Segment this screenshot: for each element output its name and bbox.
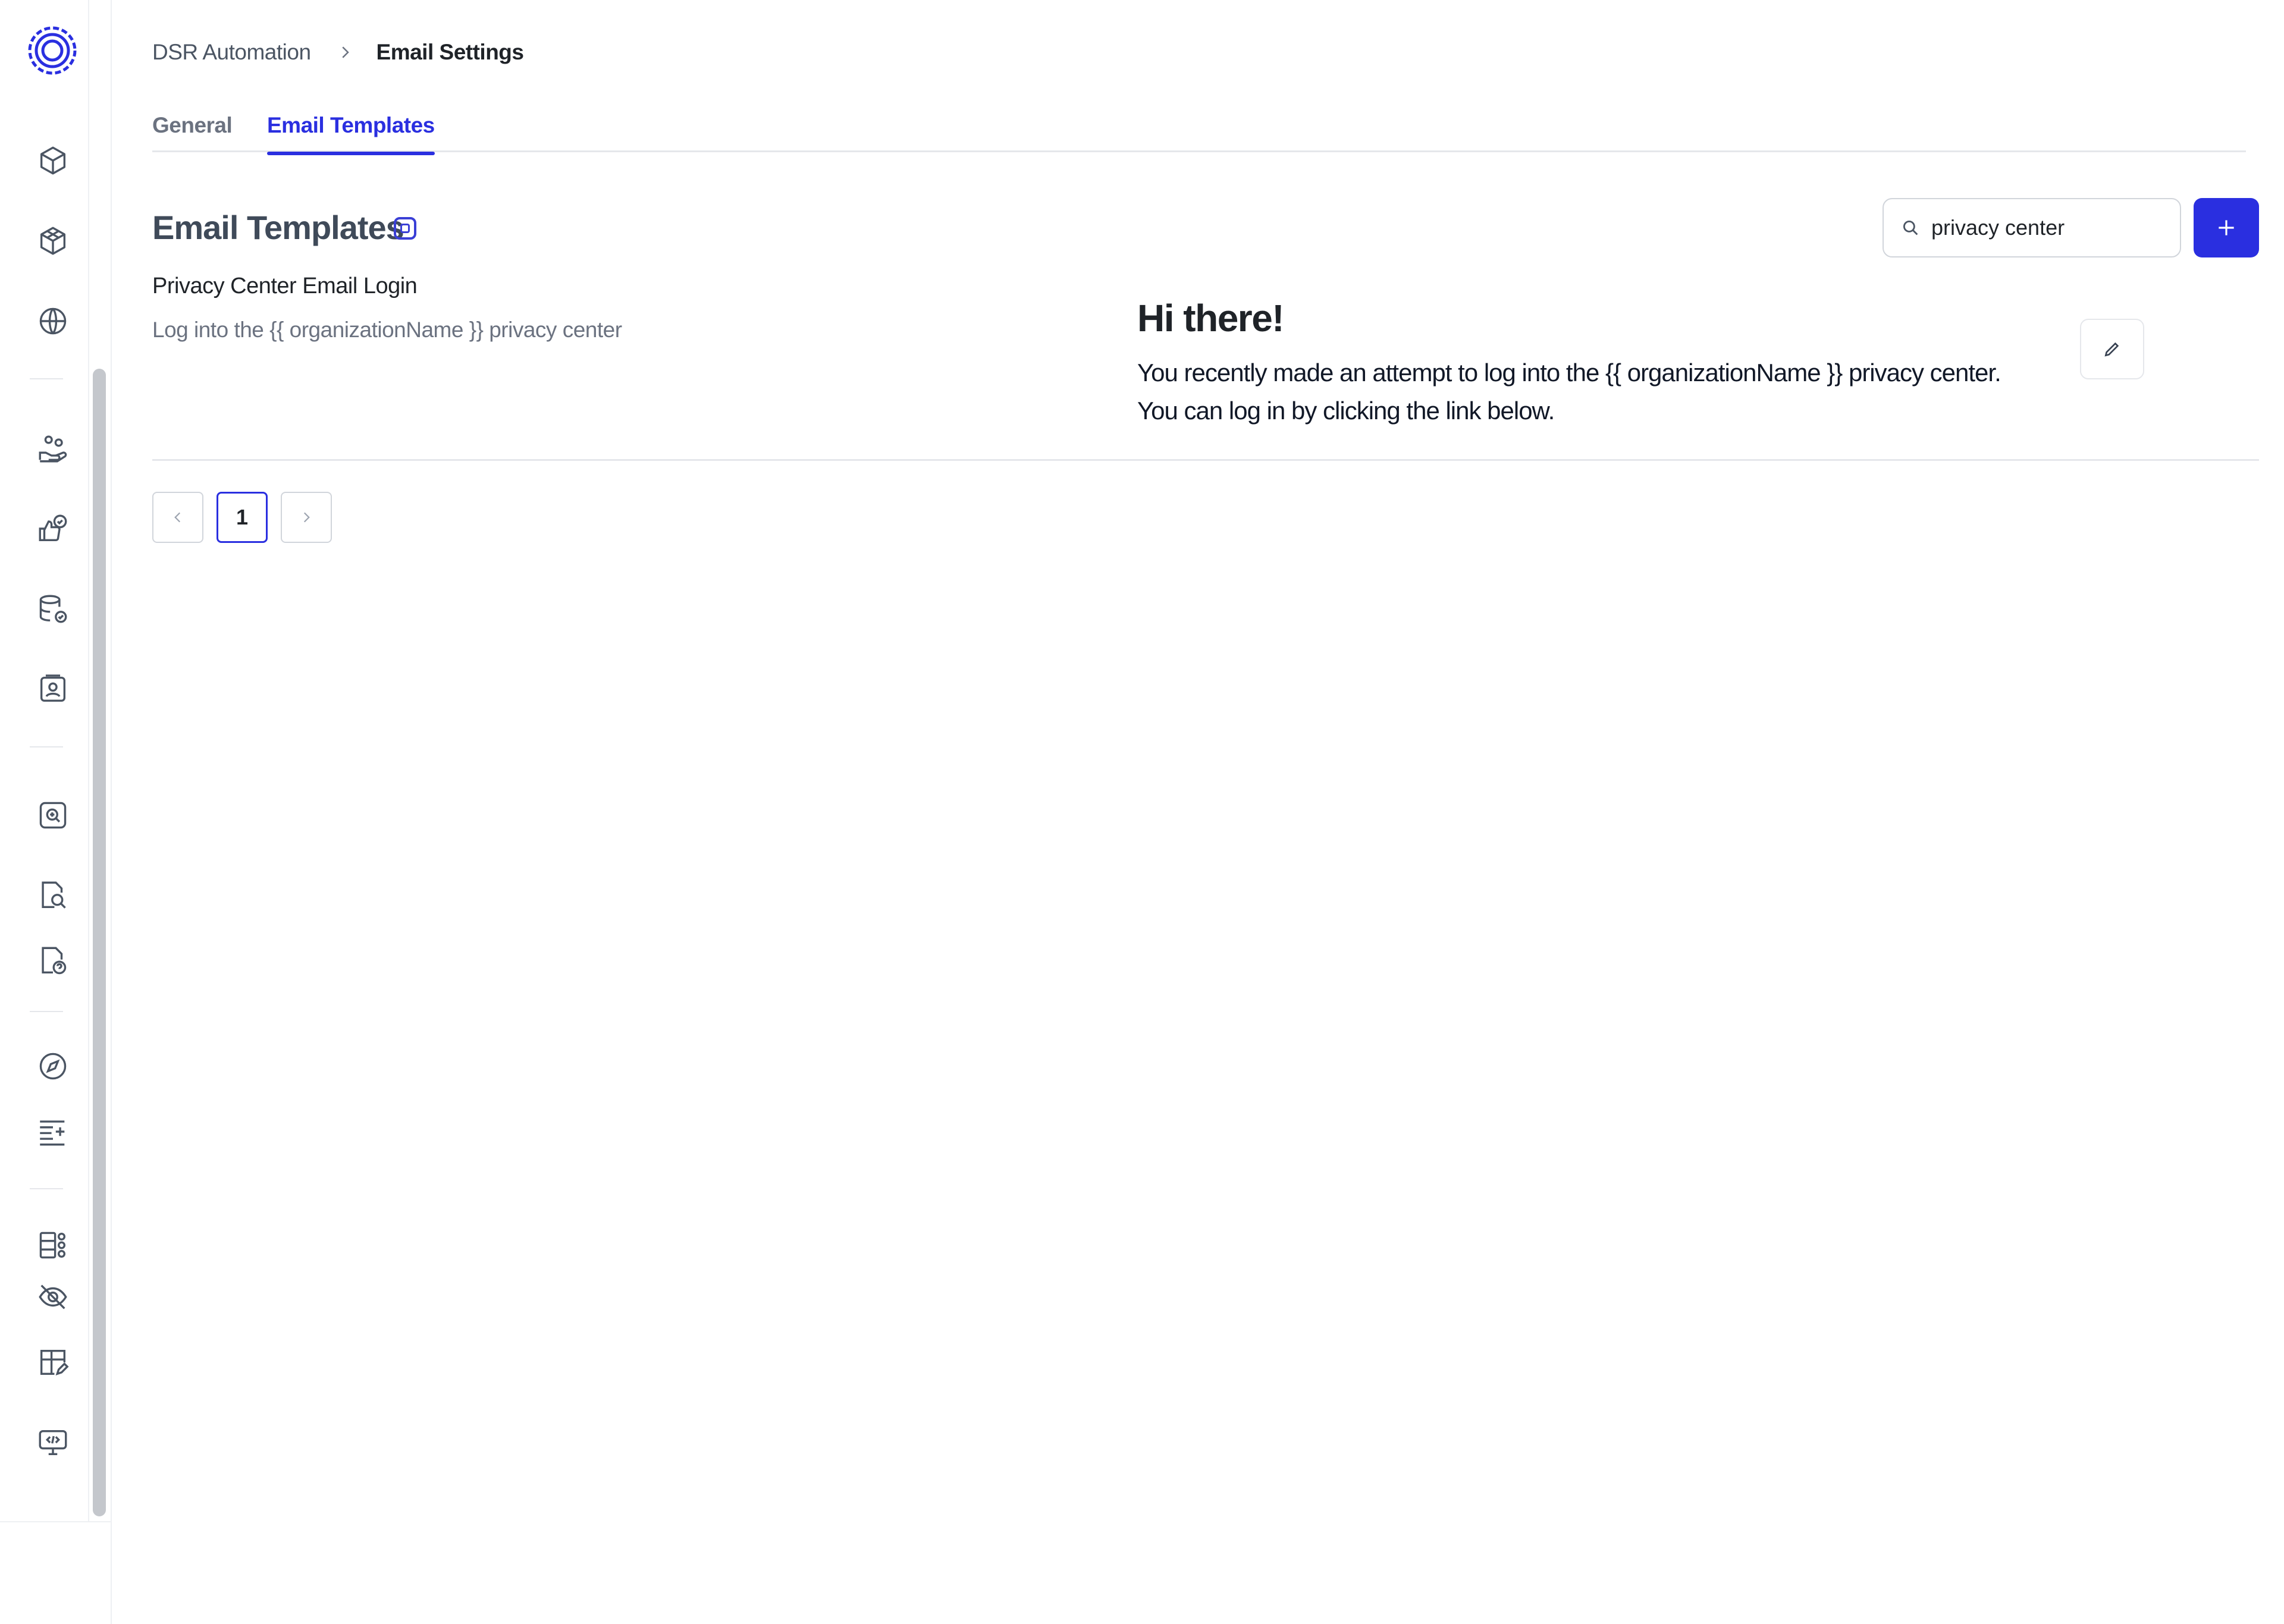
- thumbs-check-icon[interactable]: [36, 511, 70, 546]
- id-card-icon[interactable]: [36, 672, 70, 706]
- table-row[interactable]: Privacy Center Email Login Log into the …: [152, 268, 2259, 461]
- preview-body-line: You can log in by clicking the link belo…: [1137, 397, 1555, 425]
- breadcrumb: DSR Automation Email Settings: [152, 39, 524, 65]
- template-preview: Hi there! You recently made an attempt t…: [1137, 294, 2029, 456]
- template-variables-icon[interactable]: [394, 217, 416, 240]
- sidebar-divider: [0, 1521, 112, 1522]
- template-name: Privacy Center Email Login: [152, 274, 418, 299]
- sidebar-separator: [30, 1011, 63, 1012]
- database-check-icon[interactable]: [36, 592, 70, 626]
- edit-template-button[interactable]: [2080, 319, 2144, 379]
- monitor-code-icon[interactable]: [36, 1425, 70, 1460]
- people-hand-icon[interactable]: [36, 431, 70, 466]
- page-title: Email Templates: [152, 209, 404, 246]
- boxes-icon[interactable]: [36, 224, 70, 258]
- widgets-icon[interactable]: [36, 1228, 70, 1262]
- chevron-left-icon: [174, 512, 181, 523]
- sidebar: [0, 0, 112, 1624]
- template-description: Log into the {{ organizationName }} priv…: [152, 318, 622, 342]
- breadcrumb-parent-link[interactable]: DSR Automation: [152, 40, 311, 65]
- cube-icon[interactable]: [36, 143, 70, 178]
- app-root: DSR Automation Email Settings General Em…: [0, 0, 2284, 1624]
- preview-body: You recently made an attempt to log into…: [1137, 354, 2029, 430]
- pencil-icon: [2104, 342, 2119, 357]
- preview-heading: Hi there!: [1137, 297, 1285, 340]
- search-square-icon[interactable]: [36, 798, 70, 833]
- pagination: 1: [152, 492, 332, 543]
- layout-edit-icon[interactable]: [36, 1345, 70, 1380]
- compass-icon[interactable]: [36, 1049, 70, 1083]
- search-field[interactable]: [1883, 198, 2181, 257]
- sidebar-separator: [30, 378, 63, 379]
- chevron-right-icon: [336, 43, 354, 61]
- tab-general[interactable]: General: [152, 113, 233, 152]
- sidebar-scrollbar[interactable]: [93, 369, 106, 1516]
- plus-icon: [2219, 220, 2234, 235]
- add-template-button[interactable]: [2194, 198, 2259, 257]
- search-input[interactable]: [1931, 215, 2169, 240]
- sidebar-separator: [30, 746, 63, 747]
- next-page-button[interactable]: [281, 492, 332, 543]
- page-number-button[interactable]: 1: [217, 492, 268, 543]
- preview-body-line: You recently made an attempt to log into…: [1137, 359, 2001, 387]
- eye-off-icon[interactable]: [36, 1280, 70, 1314]
- logo-icon[interactable]: [27, 26, 77, 76]
- document-search-icon[interactable]: [36, 878, 70, 913]
- search-icon: [1903, 220, 1918, 235]
- sidebar-separator: [30, 1188, 63, 1189]
- previous-page-button[interactable]: [152, 492, 203, 543]
- list-sparkle-icon[interactable]: [36, 1114, 70, 1149]
- breadcrumb-current: Email Settings: [376, 40, 524, 64]
- globe-icon[interactable]: [36, 304, 70, 338]
- tab-email-templates[interactable]: Email Templates: [267, 113, 435, 155]
- document-question-icon[interactable]: [36, 944, 70, 978]
- tab-bar: General Email Templates: [152, 113, 2246, 155]
- chevron-right-icon: [303, 512, 310, 523]
